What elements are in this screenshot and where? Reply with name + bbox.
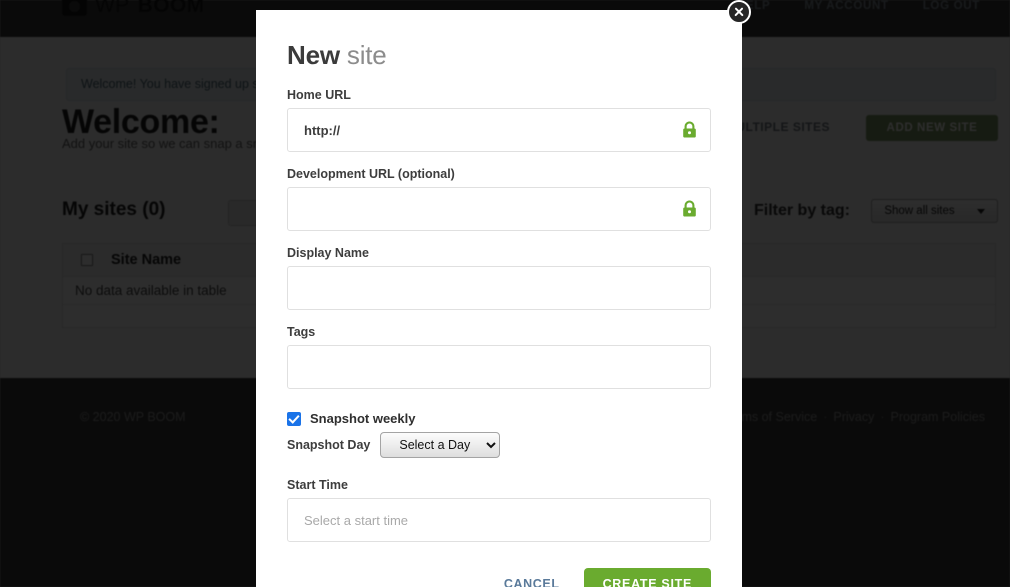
- start-time-input-wrap: [287, 498, 711, 542]
- label-home-url: Home URL: [287, 88, 351, 102]
- label-display-name: Display Name: [287, 246, 369, 260]
- close-icon[interactable]: [727, 0, 751, 24]
- start-time-input[interactable]: [287, 498, 711, 542]
- display-name-input[interactable]: [287, 266, 711, 310]
- modal-footer: CANCEL CREATE SITE: [287, 568, 711, 587]
- snapshot-day-row: Snapshot Day Select a Day: [287, 432, 711, 458]
- label-tags: Tags: [287, 325, 316, 339]
- home-url-input-wrap: [287, 108, 711, 152]
- field-development-url: Development URL (optional): [287, 167, 711, 231]
- snapshot-weekly-label: Snapshot weekly: [310, 411, 416, 426]
- label-start-time: Start Time: [287, 478, 348, 492]
- home-url-input[interactable]: [287, 108, 711, 152]
- cancel-button[interactable]: CANCEL: [500, 571, 564, 587]
- field-start-time: Start Time: [287, 478, 711, 542]
- snapshot-weekly-checkbox[interactable]: [287, 411, 301, 426]
- snapshot-day-label: Snapshot Day: [287, 438, 371, 452]
- field-tags: Tags: [287, 325, 711, 389]
- modal-title-bold: New: [287, 40, 340, 70]
- development-url-input-wrap: [287, 187, 711, 231]
- field-display-name: Display Name: [287, 246, 711, 310]
- screen-root: WP BOOM HELP MY ACCOUNT LOG OUT Welcome!…: [0, 0, 1010, 587]
- modal-title: New site: [287, 40, 711, 70]
- label-development-url: Development URL (optional): [287, 167, 455, 181]
- modal-title-light: site: [346, 40, 387, 70]
- new-site-modal: New site Home URL Development URL (optio…: [256, 10, 742, 587]
- snapshot-weekly-row[interactable]: Snapshot weekly: [287, 411, 711, 426]
- tags-input-wrap: [287, 345, 711, 389]
- field-home-url: Home URL: [287, 88, 711, 152]
- create-site-button[interactable]: CREATE SITE: [583, 568, 711, 587]
- tags-input[interactable]: [287, 345, 711, 389]
- development-url-input[interactable]: [287, 187, 711, 231]
- snapshot-day-select[interactable]: Select a Day: [380, 432, 501, 458]
- display-name-input-wrap: [287, 266, 711, 310]
